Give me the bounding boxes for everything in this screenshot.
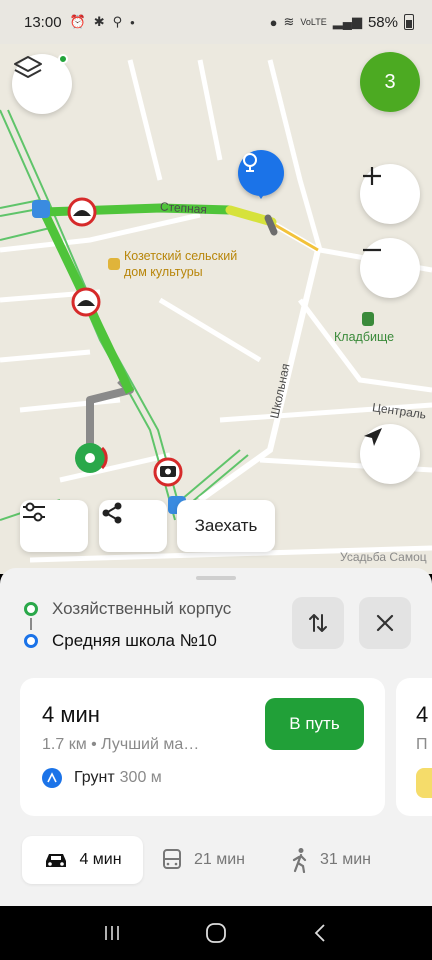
speed-camera-icon [153,457,183,487]
route-to-label: Средняя школа №10 [52,631,217,650]
search-icon: ⚲ [112,14,123,29]
tab-walk[interactable]: 31 мин [290,836,371,884]
status-bar: 13:00 ⏰ ✱ ⚲ • ● ≋ VoLTE ▂▄▆ 58% [0,0,432,44]
dirt-road-icon [42,768,62,788]
bug-icon: ✱ [93,14,105,29]
destination-pin[interactable] [238,150,284,199]
swap-arrows-icon [309,614,327,632]
map-view[interactable]: Степная Школьная Централь Усадьба Самоц … [0,44,432,574]
poi-culture-line1: Козетский сельский [124,249,238,263]
alarm-icon: ⏰ [69,14,86,29]
system-nav-bar [0,906,432,960]
route-count-label: 3 [384,70,396,93]
battery-icon [404,14,414,30]
zoom-out-button[interactable] [360,238,420,298]
close-route-button[interactable] [359,597,411,649]
bus-icon [160,848,184,872]
battery-text: 58% [367,13,398,31]
tab-car-label: 4 мин [79,851,122,868]
home-button[interactable] [196,918,236,948]
layers-notification-dot [58,54,68,64]
speed-bump-icon [67,197,97,227]
zoom-in-button[interactable] [360,164,420,224]
tab-bus[interactable]: 21 мин [160,836,245,884]
route-2-traffic-indicator [416,768,432,798]
my-location-button[interactable] [360,424,420,484]
wifi-icon: ≋ [283,14,295,29]
route-details: 1.7 км • Лучший ма… [42,736,200,753]
status-time: 13:00 [24,13,62,31]
route-duration: 4 мин [42,702,100,727]
route-settings-button[interactable] [20,500,88,552]
recents-icon [105,926,119,940]
start-navigation-button[interactable]: В путь [265,698,364,750]
route-option-card-2[interactable]: 4 П [396,678,432,816]
route-sheet: Хозяйственный корпус Средняя школа №10 4… [0,568,432,906]
close-icon [376,614,394,632]
volte-label: VoLTE [300,17,327,27]
location-icon: ● [269,14,278,30]
bus-stop-icon [32,200,50,218]
recents-button[interactable] [92,918,132,948]
swap-route-button[interactable] [292,597,344,649]
end-point-icon [24,634,38,648]
route-to-row[interactable]: Средняя школа №10 [24,629,217,653]
culture-poi-icon [108,258,120,270]
home-icon [206,923,226,943]
navigation-arrow-icon [364,428,382,446]
poi-cemetery[interactable]: Кладбище [334,330,394,344]
route-from-label: Хозяйственный корпус [52,599,232,618]
tab-car[interactable]: 4 мин [22,836,143,884]
dot-icon: • [130,14,135,30]
poi-culture-line2: дом культуры [124,265,203,279]
tab-walk-label: 31 мин [320,851,372,868]
school-globe-icon [243,153,257,172]
add-stop-button[interactable]: Заехать [177,500,275,552]
street-label-usadba: Усадьба Самоц [340,550,427,564]
plus-icon [363,167,381,185]
poi-culture-house[interactable]: Козетский сельский дом культуры [124,248,237,280]
cemetery-icon [362,312,374,326]
map-canvas [0,44,432,574]
sliders-icon [23,502,45,522]
road-surface-info: Грунт 300 м [42,768,162,788]
route-option-card[interactable]: 4 мин 1.7 км • Лучший ма… В путь Грунт 3… [20,678,385,816]
walking-icon [290,847,310,873]
surface-label: Грунт [74,769,115,786]
route-2-details: П [416,736,428,753]
transport-mode-tabs: 4 мин 21 мин 31 мин [0,836,432,888]
back-button[interactable] [300,918,340,948]
share-button[interactable] [99,500,167,552]
layers-icon [14,56,42,78]
back-icon [314,924,325,942]
tab-bus-label: 21 мин [194,851,246,868]
route-count-button[interactable]: 3 [360,52,420,112]
signal-icon: ▂▄▆ [332,14,362,29]
route-2-duration: 4 [416,702,429,727]
surface-distance: 300 м [119,769,162,786]
share-icon [102,502,122,524]
sheet-drag-handle[interactable] [196,576,236,580]
start-point-icon [24,602,38,616]
car-icon [43,850,69,870]
route-from-row[interactable]: Хозяйственный корпус [24,597,231,621]
minus-icon [363,248,381,252]
speed-bump-icon-2 [71,287,101,317]
